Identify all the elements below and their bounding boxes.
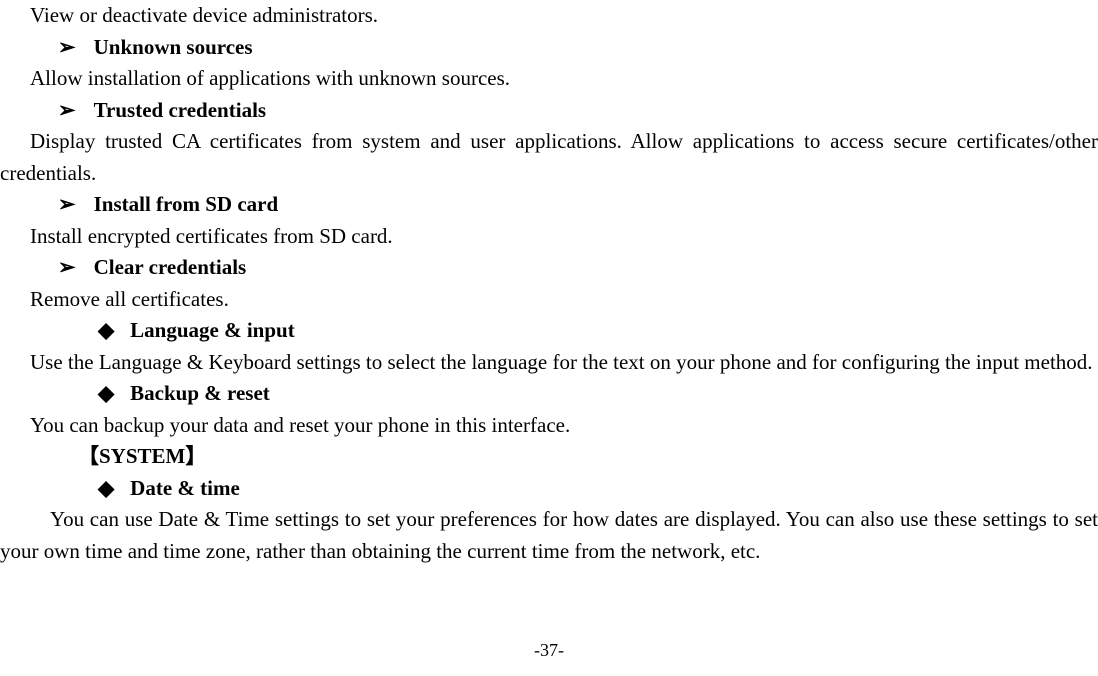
bullet-title: Clear credentials <box>94 255 247 279</box>
page-number: -37- <box>0 637 1098 664</box>
document-content: View or deactivate device administrators… <box>0 0 1098 567</box>
diamond-date-time: ◆ Date & time <box>0 473 1098 505</box>
bullet-trusted-credentials: ➢ Trusted credentials <box>0 95 1098 127</box>
diamond-icon: ◆ <box>98 473 114 505</box>
body-text: Remove all certificates. <box>0 284 1098 316</box>
arrow-icon: ➢ <box>58 189 76 221</box>
diamond-title: Language & input <box>130 318 295 342</box>
diamond-language-input: ◆ Language & input <box>0 315 1098 347</box>
body-text: Use the Language & Keyboard settings to … <box>0 347 1098 379</box>
body-text: Display trusted CA certificates from sys… <box>0 126 1098 189</box>
body-text: Install encrypted certificates from SD c… <box>0 221 1098 253</box>
diamond-title: Date & time <box>130 476 240 500</box>
body-text: You can backup your data and reset your … <box>0 410 1098 442</box>
bullet-title: Unknown sources <box>94 35 253 59</box>
bullet-title: Install from SD card <box>94 192 279 216</box>
body-text: View or deactivate device administrators… <box>0 0 1098 32</box>
diamond-backup-reset: ◆ Backup & reset <box>0 378 1098 410</box>
arrow-icon: ➢ <box>58 32 76 64</box>
diamond-title: Backup & reset <box>130 381 270 405</box>
bullet-clear-credentials: ➢ Clear credentials <box>0 252 1098 284</box>
diamond-icon: ◆ <box>98 315 114 347</box>
arrow-icon: ➢ <box>58 252 76 284</box>
system-label: 【SYSTEM】 <box>0 441 1098 473</box>
body-text: You can use Date & Time settings to set … <box>0 504 1098 567</box>
bullet-unknown-sources: ➢ Unknown sources <box>0 32 1098 64</box>
bullet-install-sd: ➢ Install from SD card <box>0 189 1098 221</box>
arrow-icon: ➢ <box>58 95 76 127</box>
body-text: Allow installation of applications with … <box>0 63 1098 95</box>
diamond-icon: ◆ <box>98 378 114 410</box>
bullet-title: Trusted credentials <box>94 98 266 122</box>
